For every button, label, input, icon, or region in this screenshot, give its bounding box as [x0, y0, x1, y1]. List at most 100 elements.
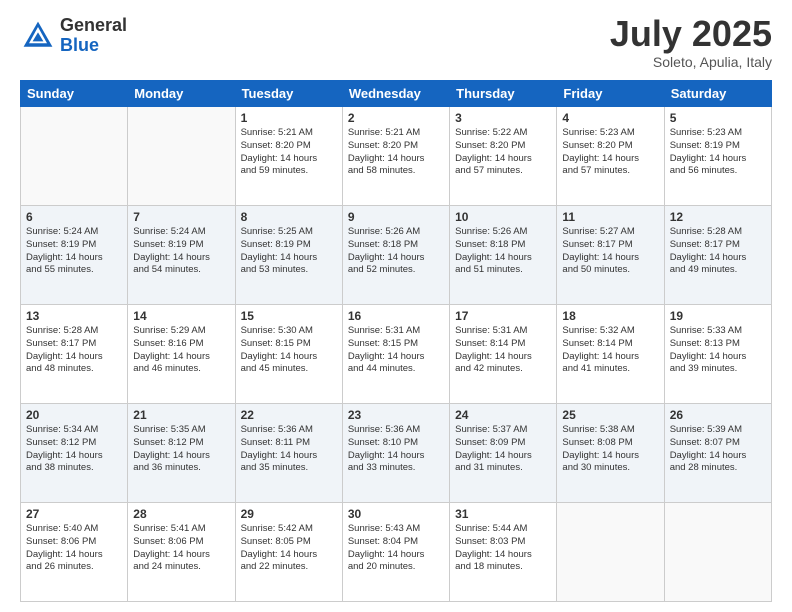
calendar-cell-w3-d6: 19Sunrise: 5:33 AM Sunset: 8:13 PM Dayli… — [664, 305, 771, 404]
calendar-cell-w4-d3: 23 Sunrise: 5:36 AM Sunset: 8:10 PM Dayli… — [342, 404, 449, 503]
day-number: 11 — [562, 210, 658, 224]
calendar-cell-w1-d2: 1Sunrise: 5:21 AM Sunset: 8:20 PM Daylig… — [235, 107, 342, 206]
calendar-cell-w5-d6 — [664, 503, 771, 602]
week-row-2: 6 Sunrise: 5:24 AM Sunset: 8:19 PM Daylig… — [21, 206, 772, 305]
calendar-cell-w4-d6: 26Sunrise: 5:39 AM Sunset: 8:07 PM Dayli… — [664, 404, 771, 503]
day-info: Sunrise: 5:34 AM Sunset: 8:12 PM Dayligh… — [26, 424, 122, 475]
calendar-cell-w3-d1: 14 Sunrise: 5:29 AM Sunset: 8:16 PM Dayli… — [128, 305, 235, 404]
day-number: 7 — [133, 210, 229, 224]
day-info: Sunrise: 5:38 AM Sunset: 8:08 PM Dayligh… — [562, 424, 658, 475]
day-number: 14 — [133, 309, 229, 323]
day-info: Sunrise: 5:23 AM Sunset: 8:19 PM Dayligh… — [670, 127, 766, 178]
day-info: Sunrise: 5:30 AM Sunset: 8:15 PM Dayligh… — [241, 325, 337, 376]
calendar-cell-w2-d4: 10 Sunrise: 5:26 AM Sunset: 8:18 PM Dayli… — [450, 206, 557, 305]
calendar-cell-w2-d5: 11 Sunrise: 5:27 AM Sunset: 8:17 PM Dayli… — [557, 206, 664, 305]
day-number: 8 — [241, 210, 337, 224]
day-info: Sunrise: 5:23 AM Sunset: 8:20 PM Dayligh… — [562, 127, 658, 178]
day-info: Sunrise: 5:25 AM Sunset: 8:19 PM Dayligh… — [241, 226, 337, 277]
day-info: Sunrise: 5:32 AM Sunset: 8:14 PM Dayligh… — [562, 325, 658, 376]
day-info: Sunrise: 5:44 AM Sunset: 8:03 PM Dayligh… — [455, 523, 551, 574]
col-friday: Friday — [557, 81, 664, 107]
day-info: Sunrise: 5:31 AM Sunset: 8:15 PM Dayligh… — [348, 325, 444, 376]
col-tuesday: Tuesday — [235, 81, 342, 107]
calendar-cell-w2-d1: 7 Sunrise: 5:24 AM Sunset: 8:19 PM Daylig… — [128, 206, 235, 305]
day-number: 22 — [241, 408, 337, 422]
day-info: Sunrise: 5:24 AM Sunset: 8:19 PM Dayligh… — [133, 226, 229, 277]
day-number: 12 — [670, 210, 766, 224]
day-info: Sunrise: 5:37 AM Sunset: 8:09 PM Dayligh… — [455, 424, 551, 475]
calendar-cell-w1-d3: 2 Sunrise: 5:21 AM Sunset: 8:20 PM Daylig… — [342, 107, 449, 206]
day-number: 31 — [455, 507, 551, 521]
day-number: 9 — [348, 210, 444, 224]
col-monday: Monday — [128, 81, 235, 107]
calendar-cell-w5-d4: 31 Sunrise: 5:44 AM Sunset: 8:03 PM Dayli… — [450, 503, 557, 602]
calendar-cell-w4-d4: 24 Sunrise: 5:37 AM Sunset: 8:09 PM Dayli… — [450, 404, 557, 503]
day-number: 5 — [670, 111, 766, 125]
day-info: Sunrise: 5:43 AM Sunset: 8:04 PM Dayligh… — [348, 523, 444, 574]
day-number: 1 — [241, 111, 337, 125]
day-info: Sunrise: 5:28 AM Sunset: 8:17 PM Dayligh… — [26, 325, 122, 376]
calendar-cell-w3-d4: 17 Sunrise: 5:31 AM Sunset: 8:14 PM Dayli… — [450, 305, 557, 404]
logo-icon — [20, 18, 56, 54]
day-info: Sunrise: 5:29 AM Sunset: 8:16 PM Dayligh… — [133, 325, 229, 376]
day-info: Sunrise: 5:24 AM Sunset: 8:19 PM Dayligh… — [26, 226, 122, 277]
title-location: Soleto, Apulia, Italy — [610, 54, 772, 70]
day-info: Sunrise: 5:40 AM Sunset: 8:06 PM Dayligh… — [26, 523, 122, 574]
col-wednesday: Wednesday — [342, 81, 449, 107]
day-number: 27 — [26, 507, 122, 521]
day-info: Sunrise: 5:39 AM Sunset: 8:07 PM Dayligh… — [670, 424, 766, 475]
day-number: 17 — [455, 309, 551, 323]
calendar-cell-w4-d5: 25 Sunrise: 5:38 AM Sunset: 8:08 PM Dayli… — [557, 404, 664, 503]
day-number: 19 — [670, 309, 766, 323]
calendar-cell-w2-d3: 9Sunrise: 5:26 AM Sunset: 8:18 PM Daylig… — [342, 206, 449, 305]
week-row-4: 20 Sunrise: 5:34 AM Sunset: 8:12 PM Dayli… — [21, 404, 772, 503]
day-info: Sunrise: 5:31 AM Sunset: 8:14 PM Dayligh… — [455, 325, 551, 376]
title-block: July 2025 Soleto, Apulia, Italy — [610, 16, 772, 70]
calendar-cell-w1-d5: 4Sunrise: 5:23 AM Sunset: 8:20 PM Daylig… — [557, 107, 664, 206]
calendar-cell-w2-d2: 8 Sunrise: 5:25 AM Sunset: 8:19 PM Daylig… — [235, 206, 342, 305]
day-info: Sunrise: 5:41 AM Sunset: 8:06 PM Dayligh… — [133, 523, 229, 574]
day-info: Sunrise: 5:35 AM Sunset: 8:12 PM Dayligh… — [133, 424, 229, 475]
calendar-cell-w1-d1 — [128, 107, 235, 206]
day-info: Sunrise: 5:21 AM Sunset: 8:20 PM Dayligh… — [348, 127, 444, 178]
day-number: 29 — [241, 507, 337, 521]
day-number: 6 — [26, 210, 122, 224]
day-number: 3 — [455, 111, 551, 125]
day-number: 2 — [348, 111, 444, 125]
day-number: 20 — [26, 408, 122, 422]
logo-blue-text: Blue — [60, 36, 127, 56]
calendar-cell-w3-d3: 16 Sunrise: 5:31 AM Sunset: 8:15 PM Dayli… — [342, 305, 449, 404]
calendar-cell-w3-d0: 13 Sunrise: 5:28 AM Sunset: 8:17 PM Dayli… — [21, 305, 128, 404]
calendar-cell-w2-d0: 6 Sunrise: 5:24 AM Sunset: 8:19 PM Daylig… — [21, 206, 128, 305]
day-number: 13 — [26, 309, 122, 323]
day-number: 10 — [455, 210, 551, 224]
day-info: Sunrise: 5:28 AM Sunset: 8:17 PM Dayligh… — [670, 226, 766, 277]
day-number: 16 — [348, 309, 444, 323]
calendar-cell-w4-d0: 20 Sunrise: 5:34 AM Sunset: 8:12 PM Dayli… — [21, 404, 128, 503]
day-info: Sunrise: 5:27 AM Sunset: 8:17 PM Dayligh… — [562, 226, 658, 277]
day-number: 15 — [241, 309, 337, 323]
calendar-cell-w5-d5 — [557, 503, 664, 602]
day-number: 28 — [133, 507, 229, 521]
calendar-cell-w1-d4: 3Sunrise: 5:22 AM Sunset: 8:20 PM Daylig… — [450, 107, 557, 206]
day-number: 23 — [348, 408, 444, 422]
calendar-header-row: Sunday Monday Tuesday Wednesday Thursday… — [21, 81, 772, 107]
day-number: 24 — [455, 408, 551, 422]
col-sunday: Sunday — [21, 81, 128, 107]
week-row-5: 27 Sunrise: 5:40 AM Sunset: 8:06 PM Dayli… — [21, 503, 772, 602]
day-info: Sunrise: 5:26 AM Sunset: 8:18 PM Dayligh… — [455, 226, 551, 277]
calendar-cell-w5-d2: 29Sunrise: 5:42 AM Sunset: 8:05 PM Dayli… — [235, 503, 342, 602]
day-number: 30 — [348, 507, 444, 521]
calendar-table: Sunday Monday Tuesday Wednesday Thursday… — [20, 80, 772, 602]
calendar-cell-w1-d0 — [21, 107, 128, 206]
calendar-cell-w3-d2: 15 Sunrise: 5:30 AM Sunset: 8:15 PM Dayli… — [235, 305, 342, 404]
calendar-cell-w2-d6: 12 Sunrise: 5:28 AM Sunset: 8:17 PM Dayli… — [664, 206, 771, 305]
page: General Blue July 2025 Soleto, Apulia, I… — [0, 0, 792, 612]
week-row-3: 13 Sunrise: 5:28 AM Sunset: 8:17 PM Dayli… — [21, 305, 772, 404]
calendar-cell-w4-d2: 22Sunrise: 5:36 AM Sunset: 8:11 PM Dayli… — [235, 404, 342, 503]
logo-general-text: General — [60, 16, 127, 36]
calendar-cell-w5-d3: 30 Sunrise: 5:43 AM Sunset: 8:04 PM Dayli… — [342, 503, 449, 602]
logo: General Blue — [20, 16, 127, 56]
day-number: 25 — [562, 408, 658, 422]
day-info: Sunrise: 5:36 AM Sunset: 8:10 PM Dayligh… — [348, 424, 444, 475]
